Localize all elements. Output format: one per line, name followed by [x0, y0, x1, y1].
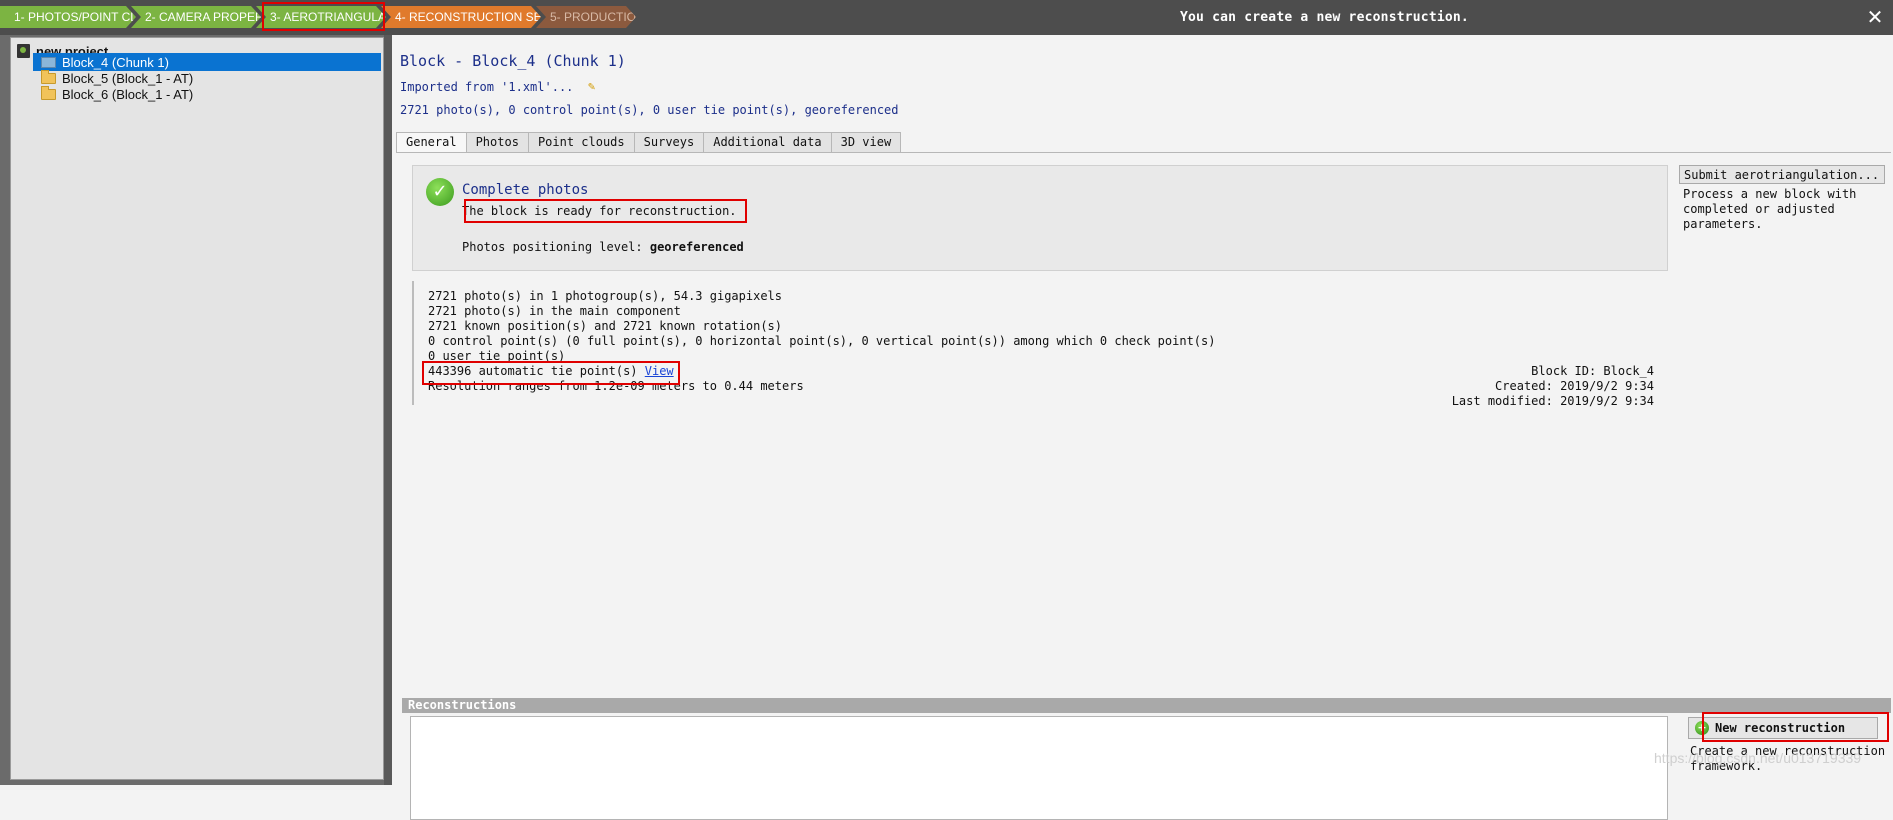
block-title: Block - Block_4 (Chunk 1): [400, 52, 626, 70]
close-icon[interactable]: ✕: [1865, 6, 1885, 28]
positioning-level-value: georeferenced: [649, 240, 744, 254]
imported-from-text: Imported from '1.xml'...: [400, 80, 574, 94]
reconstructions-header: Reconstructions: [402, 698, 1891, 713]
step-aerotriangulation[interactable]: 3- AEROTRIANGULATION: [256, 6, 386, 28]
reconstructions-list[interactable]: [410, 716, 1668, 820]
last-modified-date: Last modified: 2019/9/2 9:34: [1451, 394, 1654, 408]
tab-surveys[interactable]: Surveys: [633, 132, 705, 152]
status-title: Complete photos: [462, 182, 589, 198]
stat-line: 2721 known position(s) and 2721 known ro…: [428, 319, 783, 333]
positioning-level: Photos positioning level: georeferenced: [462, 240, 744, 254]
folder-icon: [41, 85, 56, 100]
submit-description-line: completed or adjusted: [1683, 202, 1835, 216]
project-icon: [17, 44, 30, 58]
tab-underline: [396, 152, 1891, 153]
tab-bar: General Photos Point clouds Surveys Addi…: [396, 132, 902, 153]
submit-aerotriangulation-button[interactable]: Submit aerotriangulation...: [1679, 165, 1885, 184]
stat-line: 0 user tie point(s): [428, 349, 566, 363]
status-ready-text: The block is ready for reconstruction.: [462, 204, 737, 218]
project-tree: new project Block_4 (Chunk 1) Block_5 (B…: [10, 37, 384, 780]
new-reconstruction-button[interactable]: + New reconstruction: [1688, 717, 1878, 739]
top-status-message: You can create a new reconstruction.: [1180, 10, 1469, 25]
status-panel: ✓ Complete photos The block is ready for…: [412, 165, 1668, 271]
folder-icon: [41, 69, 56, 84]
tree-item-label: Block_5 (Block_1 - AT): [62, 70, 194, 86]
tab-photos[interactable]: Photos: [465, 132, 529, 152]
tree-item-label: Block_4 (Chunk 1): [62, 54, 169, 70]
step-photos-point-clouds[interactable]: 1- PHOTOS/POINT CLOUDS: [0, 6, 136, 28]
stat-line: 2721 photo(s) in 1 photogroup(s), 54.3 g…: [428, 289, 783, 303]
block-id: Block ID: Block_4: [1531, 364, 1654, 378]
tab-additional-data[interactable]: Additional data: [703, 132, 832, 152]
submit-description-line: Process a new block with: [1683, 187, 1857, 201]
created-date: Created: 2019/9/2 9:34: [1495, 379, 1654, 393]
tree-item-block-6[interactable]: Block_6 (Block_1 - AT): [33, 85, 381, 103]
resolution-line: Resolution ranges from 1.2e-09 meters to…: [428, 379, 804, 393]
edit-pencil-icon[interactable]: ✎: [588, 79, 600, 93]
panel-splitter[interactable]: [384, 35, 392, 785]
workflow-bar: 1- PHOTOS/POINT CLOUDS 2- CAMERA PROPERT…: [0, 0, 1893, 35]
tree-item-label: Block_6 (Block_1 - AT): [62, 86, 194, 102]
stat-line: 0 control point(s) (0 full point(s), 0 h…: [428, 334, 1216, 348]
submit-description-line: parameters.: [1683, 217, 1763, 231]
positioning-level-label: Photos positioning level:: [462, 240, 643, 254]
tab-point-clouds[interactable]: Point clouds: [527, 132, 635, 152]
tab-general[interactable]: General: [396, 132, 467, 153]
step-camera-properties[interactable]: 2- CAMERA PROPERTIES: [131, 6, 261, 28]
tie-points-line: 443396 automatic tie point(s) View: [428, 364, 674, 378]
block-stats: 2721 photo(s) in 1 photogroup(s), 54.3 g…: [412, 281, 1668, 408]
main-panel: Block - Block_4 (Chunk 1) Imported from …: [392, 35, 1893, 820]
stat-line: 2721 photo(s) in the main component: [428, 304, 681, 318]
add-circle-icon: +: [1695, 721, 1709, 735]
block-summary: 2721 photo(s), 0 control point(s), 0 use…: [400, 103, 899, 117]
step-production[interactable]: 5- PRODUCTION: [536, 6, 636, 28]
check-icon: ✓: [426, 178, 454, 206]
new-reconstruction-label: New reconstruction: [1715, 721, 1846, 735]
block-icon: [41, 56, 56, 68]
watermark: https://blog.csdn.net/u013719339: [1654, 750, 1862, 766]
tab-3d-view[interactable]: 3D view: [830, 132, 902, 152]
tie-points-text: 443396 automatic tie point(s): [428, 364, 638, 378]
view-tie-points-link[interactable]: View: [645, 364, 674, 378]
step-reconstruction-settings[interactable]: 4- RECONSTRUCTION SETTINGS: [381, 6, 541, 28]
